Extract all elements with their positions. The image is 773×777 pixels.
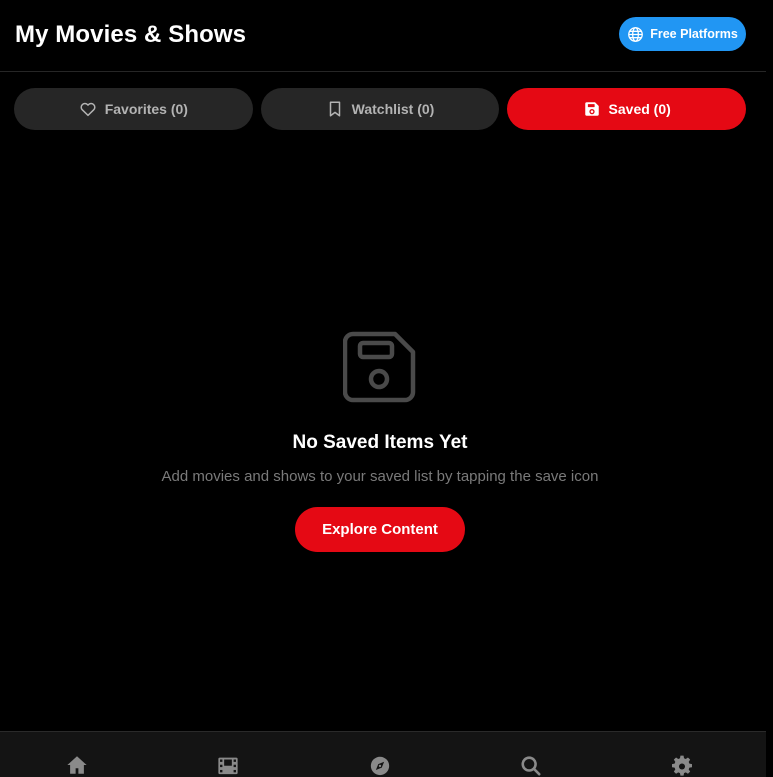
globe-icon: [628, 26, 644, 42]
free-platforms-button[interactable]: Free Platforms: [619, 17, 746, 51]
tab-saved-label: Saved (0): [608, 101, 671, 117]
bottom-navigation: [0, 731, 766, 777]
floppy-disk-icon: [343, 330, 417, 404]
film-icon: [218, 757, 238, 775]
empty-state: No Saved Items Yet Add movies and shows …: [0, 330, 760, 552]
header: My Movies & Shows Free Platforms: [0, 0, 773, 72]
tab-favorites[interactable]: Favorites (0): [14, 88, 253, 130]
search-icon: [521, 756, 541, 776]
empty-state-message: Add movies and shows to your saved list …: [161, 468, 599, 485]
save-icon: [584, 102, 599, 116]
tab-watchlist-label: Watchlist (0): [351, 101, 435, 117]
bookmark-icon: [329, 101, 340, 117]
tab-watchlist[interactable]: Watchlist (0): [260, 88, 500, 130]
nav-settings[interactable]: [669, 754, 695, 777]
nav-home[interactable]: [64, 754, 90, 777]
heart-icon: [80, 102, 96, 117]
page-title: My Movies & Shows: [15, 21, 247, 48]
home-icon: [67, 756, 87, 774]
compass-icon: [370, 756, 390, 776]
tab-favorites-label: Favorites (0): [104, 101, 188, 117]
nav-movies[interactable]: [215, 754, 241, 777]
empty-state-title: No Saved Items Yet: [292, 432, 468, 453]
nav-search[interactable]: [518, 754, 544, 777]
scrollbar-track[interactable]: [766, 0, 773, 777]
tab-bar: Favorites (0) Watchlist (0) Saved (0): [14, 88, 747, 130]
nav-discover[interactable]: [367, 754, 393, 777]
explore-content-button[interactable]: Explore Content: [295, 507, 465, 552]
gear-icon: [672, 755, 692, 776]
tab-saved[interactable]: Saved (0): [507, 88, 747, 130]
free-platforms-label: Free Platforms: [650, 27, 738, 41]
app-root: My Movies & Shows Free Platforms Favorit…: [0, 0, 773, 777]
